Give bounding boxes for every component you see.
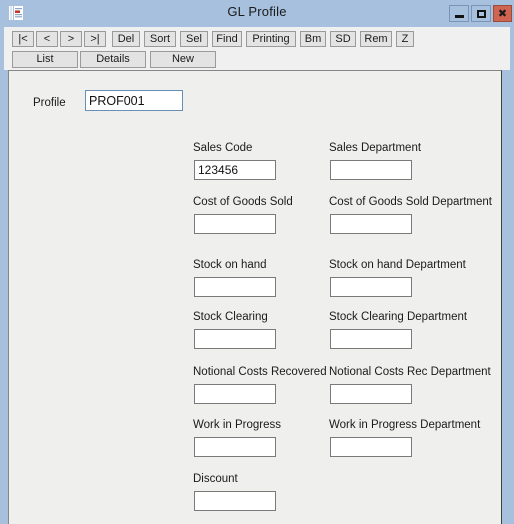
find-button[interactable]: Find <box>212 31 242 47</box>
title-bar[interactable]: GL Profile ✖ <box>0 0 514 27</box>
remark-button-label: Rem <box>364 32 388 45</box>
stock-on-hand-label: Stock on hand <box>193 259 267 271</box>
work-in-progress-dept-input[interactable] <box>330 437 412 457</box>
previous-record-button[interactable]: < <box>36 31 58 47</box>
minimize-button[interactable] <box>449 5 469 22</box>
list-tab-button[interactable]: List <box>12 51 78 68</box>
minimize-icon <box>454 14 464 18</box>
z-button[interactable]: Z <box>396 31 414 47</box>
first-record-button-label: |< <box>18 32 28 45</box>
stock-clearing-input[interactable] <box>194 329 276 349</box>
close-icon: ✖ <box>497 7 508 20</box>
printing-button-label: Printing <box>252 32 290 45</box>
first-record-button[interactable]: |< <box>12 31 34 47</box>
next-record-button-label: > <box>67 32 75 45</box>
next-record-button[interactable]: > <box>60 31 82 47</box>
new-record-button-label: New <box>171 53 194 65</box>
stock-on-hand-input[interactable] <box>194 277 276 297</box>
stock-on-hand-dept-label: Stock on hand Department <box>329 259 466 271</box>
select-button-label: Sel <box>186 32 202 45</box>
details-tab-button[interactable]: Details <box>80 51 146 68</box>
work-in-progress-dept-label: Work in Progress Department <box>329 419 481 431</box>
sort-button-label: Sort <box>149 32 171 45</box>
new-record-button[interactable]: New <box>150 51 216 68</box>
cost-of-goods-sold-dept-input[interactable] <box>330 214 412 234</box>
cost-of-goods-sold-input[interactable] <box>194 214 276 234</box>
discount-label: Discount <box>193 473 238 485</box>
sort-button[interactable]: Sort <box>144 31 176 47</box>
sales-code-label: Sales Code <box>193 142 253 154</box>
gl-profile-window: GL Profile ✖ |< < > >| Del Sort Sel Find Printin… <box>0 0 514 524</box>
notional-costs-recovered-label: Notional Costs Recovered <box>193 366 327 378</box>
delete-button-label: Del <box>117 32 135 45</box>
sd-button[interactable]: SD <box>330 31 356 47</box>
delete-button[interactable]: Del <box>112 31 140 47</box>
close-button[interactable]: ✖ <box>493 5 512 22</box>
sd-button-label: SD <box>335 32 351 45</box>
maximize-icon <box>476 9 486 18</box>
list-tab-button-label: List <box>36 53 54 65</box>
z-button-label: Z <box>401 32 409 45</box>
sales-department-label: Sales Department <box>329 142 422 154</box>
maximize-button[interactable] <box>471 5 491 22</box>
cost-of-goods-sold-label: Cost of Goods Sold <box>193 196 293 208</box>
profile-label: Profile <box>33 97 66 109</box>
find-button-label: Find <box>216 32 238 45</box>
sales-department-input[interactable] <box>330 160 412 180</box>
stock-clearing-label: Stock Clearing <box>193 311 268 323</box>
notional-costs-rec-dept-label: Notional Costs Rec Department <box>329 366 491 378</box>
discount-input[interactable] <box>194 491 276 511</box>
select-button[interactable]: Sel <box>180 31 208 47</box>
previous-record-button-label: < <box>43 32 51 45</box>
toolbar: |< < > >| Del Sort Sel Find Printing Bm SD Rem Z Lis… <box>4 27 510 70</box>
notional-costs-rec-dept-input[interactable] <box>330 384 412 404</box>
form-panel: Profile Sales Code Sales Department Cost o… <box>8 70 502 524</box>
profile-input[interactable] <box>85 90 183 111</box>
printing-button[interactable]: Printing <box>246 31 296 47</box>
stock-on-hand-dept-input[interactable] <box>330 277 412 297</box>
stock-clearing-dept-label: Stock Clearing Department <box>329 311 468 323</box>
sales-code-input[interactable] <box>194 160 276 180</box>
details-tab-button-label: Details <box>96 53 130 65</box>
notional-costs-recovered-input[interactable] <box>194 384 276 404</box>
stock-clearing-dept-input[interactable] <box>330 329 412 349</box>
last-record-button-label: >| <box>90 32 100 45</box>
last-record-button[interactable]: >| <box>84 31 106 47</box>
remark-button[interactable]: Rem <box>360 31 392 47</box>
work-in-progress-input[interactable] <box>194 437 276 457</box>
work-in-progress-label: Work in Progress <box>193 419 281 431</box>
bookmark-button[interactable]: Bm <box>300 31 326 47</box>
window-title: GL Profile <box>227 4 287 19</box>
bookmark-button-label: Bm <box>304 32 322 45</box>
cost-of-goods-sold-dept-label: Cost of Goods Sold Department <box>329 196 492 208</box>
